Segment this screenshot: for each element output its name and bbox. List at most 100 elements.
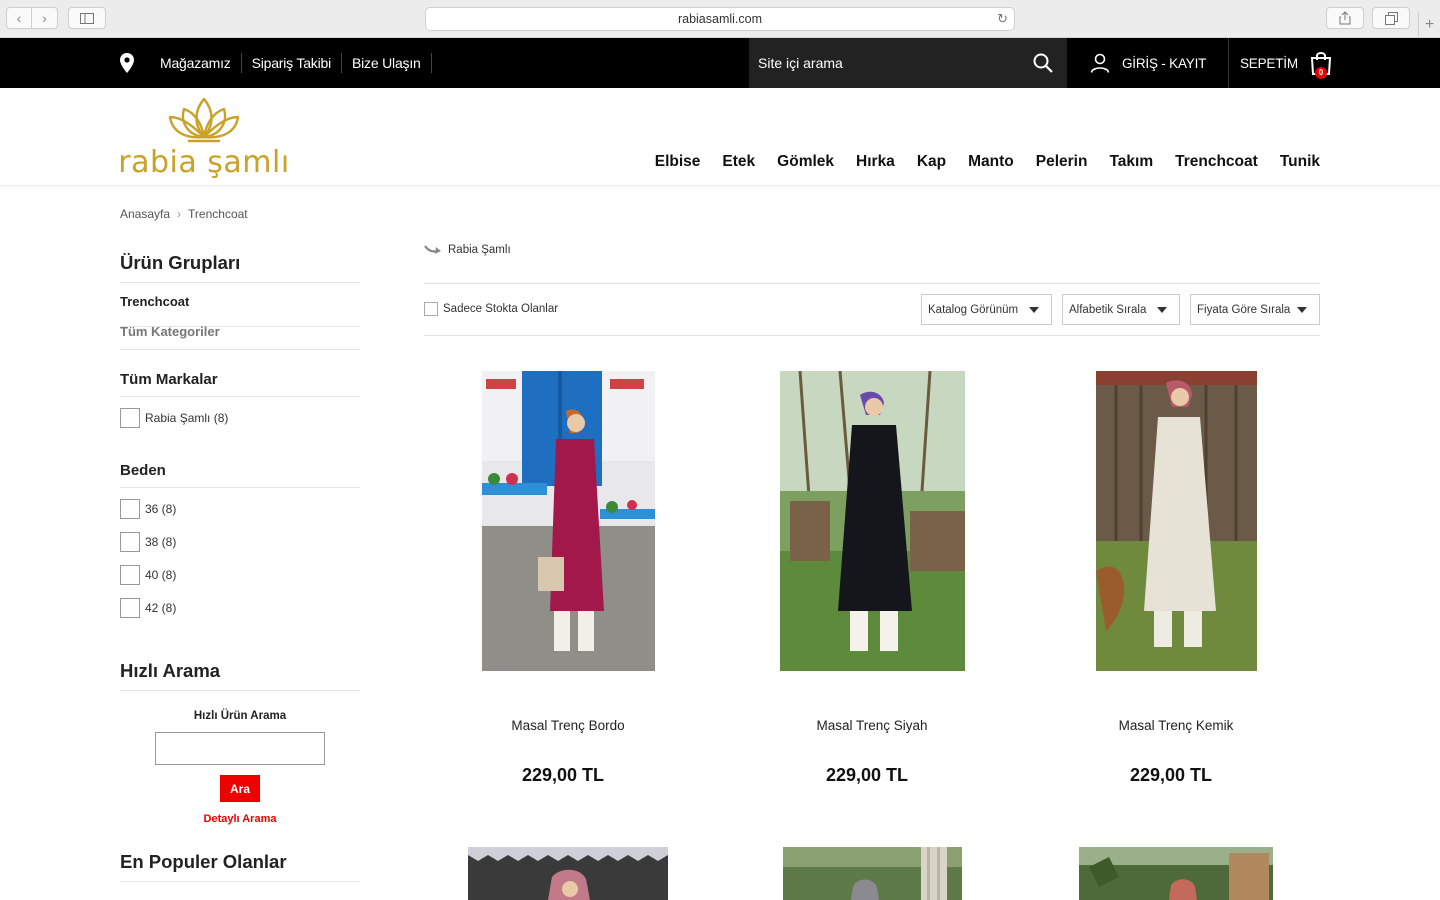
listing-toolbar: Sadece Stokta Olanlar Katalog Görünüm Al… — [424, 283, 1320, 336]
brand-filter-rabia[interactable]: Rabia Şamlı (8) — [120, 408, 360, 428]
product-name[interactable]: Masal Trenç Bordo — [418, 718, 718, 733]
cart-label: SEPETİM — [1240, 55, 1298, 71]
top-links: Mağazamız Sipariş Takibi Bize Ulaşın — [150, 38, 432, 88]
reload-icon[interactable]: ↻ — [997, 11, 1008, 27]
brands-title: Tüm Markalar — [120, 371, 360, 397]
nav-manto[interactable]: Manto — [968, 153, 1014, 171]
size-checkbox[interactable] — [120, 532, 140, 552]
login-label: GİRİŞ - KAYIT — [1122, 55, 1207, 71]
sidebar: Ürün Grupları Trenchcoat Tüm Kategoriler… — [120, 252, 360, 882]
size-filter-40[interactable]: 40 (8) — [120, 565, 360, 585]
stock-only-checkbox[interactable] — [424, 302, 438, 316]
tabs-overview-button[interactable] — [1372, 7, 1410, 29]
lotus-logo-icon — [168, 97, 240, 143]
store-link[interactable]: Mağazamız — [150, 53, 242, 73]
size-checkbox[interactable] — [120, 598, 140, 618]
nav-hirka[interactable]: Hırka — [856, 153, 895, 171]
breadcrumb-home[interactable]: Anasayfa — [120, 207, 170, 221]
caret-down-icon — [1157, 307, 1167, 313]
size-filter-42[interactable]: 42 (8) — [120, 598, 360, 618]
nav-elbise[interactable]: Elbise — [655, 153, 701, 171]
view-select[interactable]: Katalog Görünüm — [921, 294, 1052, 325]
price-sort-select[interactable]: Fiyata Göre Sırala — [1190, 294, 1320, 325]
product-groups-title: Ürün Grupları — [120, 252, 360, 283]
quick-search-label: Hızlı Ürün Arama — [193, 710, 287, 722]
history-buttons: ‹ › — [6, 7, 58, 29]
product-image[interactable] — [468, 847, 668, 900]
size-label: 38 (8) — [145, 535, 177, 549]
stock-only-filter[interactable]: Sadece Stokta Olanlar — [424, 302, 558, 316]
site-search — [749, 38, 1067, 88]
nav-takim[interactable]: Takım — [1109, 153, 1153, 171]
caret-down-icon — [1297, 307, 1307, 313]
size-label: 40 (8) — [145, 568, 177, 582]
current-category[interactable]: Trenchcoat — [120, 294, 189, 309]
user-icon — [1090, 53, 1110, 73]
popular-title: En Populer Olanlar — [120, 851, 360, 882]
product-name[interactable]: Masal Trenç Siyah — [722, 718, 1022, 733]
site-search-input[interactable] — [749, 55, 1019, 71]
brand-label: Rabia Şamlı (8) — [145, 411, 229, 425]
product-name[interactable]: Masal Trenç Kemik — [1026, 718, 1326, 733]
size-label: 42 (8) — [145, 601, 177, 615]
product-price: 229,00 TL — [825, 765, 909, 785]
brand-name[interactable]: Rabia Şamlı — [448, 244, 511, 256]
back-button[interactable]: ‹ — [6, 7, 32, 29]
product-price: 229,00 TL — [1129, 765, 1213, 785]
sidebar-toggle-button[interactable] — [68, 7, 106, 29]
nav-gomlek[interactable]: Gömlek — [777, 153, 834, 171]
nav-kap[interactable]: Kap — [917, 153, 946, 171]
size-title: Beden — [120, 462, 360, 488]
address-bar[interactable]: rabiasamli.com ↻ — [425, 7, 1015, 31]
url-text: rabiasamli.com — [677, 12, 763, 26]
nav-etek[interactable]: Etek — [722, 153, 755, 171]
curved-arrow-icon — [424, 245, 441, 254]
view-select-value: Katalog Görünüm — [928, 303, 1019, 316]
breadcrumb: Anasayfa › Trenchcoat — [120, 207, 248, 221]
share-button[interactable] — [1326, 7, 1364, 29]
product-image[interactable] — [1096, 371, 1257, 671]
alpha-sort-value: Alfabetik Sırala — [1069, 303, 1147, 316]
stock-only-label: Sadece Stokta Olanlar — [443, 303, 559, 315]
nav-tunik[interactable]: Tunik — [1280, 153, 1320, 171]
site-header: rabia şamlı Elbise Etek Gömlek Hırka Kap… — [0, 88, 1440, 186]
size-checkbox[interactable] — [120, 499, 140, 519]
alpha-sort-select[interactable]: Alfabetik Sırala — [1062, 294, 1180, 325]
size-filter-38[interactable]: 38 (8) — [120, 532, 360, 552]
contact-link[interactable]: Bize Ulaşın — [342, 53, 432, 73]
caret-down-icon — [1029, 307, 1039, 313]
new-tab-button[interactable]: + — [1418, 12, 1440, 38]
detailed-search-link[interactable]: Detaylı Arama — [120, 813, 360, 825]
tabs-icon — [1384, 11, 1398, 25]
product-image[interactable] — [780, 371, 965, 671]
product-price: 229,00 TL — [521, 765, 605, 785]
main-nav: Elbise Etek Gömlek Hırka Kap Manto Peler… — [633, 153, 1320, 171]
quick-search-input[interactable] — [155, 732, 325, 765]
size-filter-36[interactable]: 36 (8) — [120, 499, 360, 519]
all-categories-link[interactable]: Tüm Kategoriler — [120, 324, 220, 339]
price-sort-value: Fiyata Göre Sırala — [1197, 303, 1291, 316]
browser-toolbar: ‹ › rabiasamli.com ↻ + — [0, 0, 1440, 38]
cart-link[interactable]: SEPETİM 0 — [1240, 38, 1332, 88]
logo-text: rabia şamlı — [118, 145, 290, 180]
login-link[interactable]: GİRİŞ - KAYIT — [1090, 38, 1230, 88]
location-pin-icon[interactable] — [120, 53, 134, 73]
product-image[interactable] — [1079, 847, 1273, 900]
order-tracking-link[interactable]: Sipariş Takibi — [242, 53, 342, 73]
nav-pelerin[interactable]: Pelerin — [1036, 153, 1088, 171]
site-logo[interactable]: rabia şamlı — [118, 97, 290, 180]
search-icon[interactable] — [1033, 53, 1053, 73]
forward-button[interactable]: › — [32, 7, 58, 29]
brand-checkbox[interactable] — [120, 408, 140, 428]
chevron-right-icon: › — [177, 207, 182, 221]
share-icon — [1339, 11, 1351, 25]
nav-trenchcoat[interactable]: Trenchcoat — [1175, 153, 1258, 171]
top-bar: Mağazamız Sipariş Takibi Bize Ulaşın GİR… — [0, 38, 1440, 88]
quick-search-button[interactable]: Ara — [220, 775, 260, 802]
size-checkbox[interactable] — [120, 565, 140, 585]
size-label: 36 (8) — [145, 502, 177, 516]
product-image[interactable] — [482, 371, 655, 671]
breadcrumb-current[interactable]: Trenchcoat — [188, 207, 248, 221]
product-image[interactable] — [783, 847, 962, 900]
all-categories-row: Tüm Kategoriler — [120, 316, 360, 350]
